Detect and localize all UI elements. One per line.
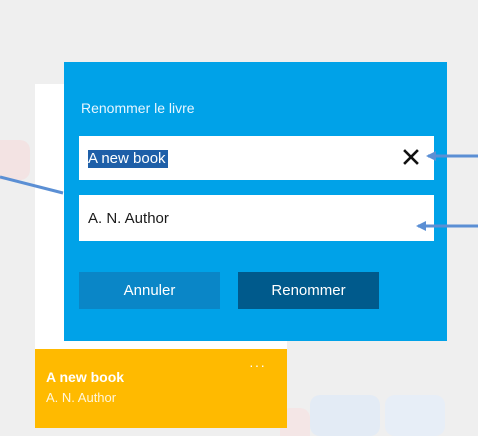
callout-arrow-left <box>0 175 64 195</box>
callout-arrows <box>0 151 478 231</box>
